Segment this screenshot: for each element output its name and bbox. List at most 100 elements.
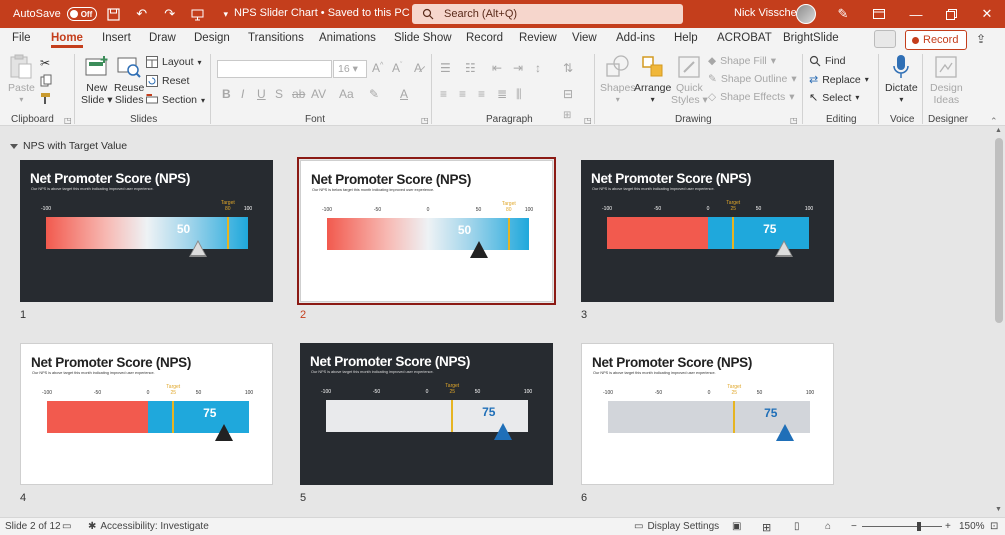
slide-thumbnail[interactable]: Net Promoter Score (NPS) Our NPS is above… <box>581 343 834 485</box>
layout-button[interactable]: Layout ▾ <box>146 56 202 68</box>
slide-thumbnail[interactable]: Net Promoter Score (NPS) Our NPS is above… <box>581 160 834 302</box>
scroll-up-icon[interactable]: ▲ <box>995 127 1002 134</box>
italic-icon[interactable]: I <box>241 87 244 101</box>
cut-icon[interactable]: ✂ <box>40 56 50 70</box>
zoom-level[interactable]: 150% <box>959 521 985 532</box>
tab-design[interactable]: Design <box>194 32 230 44</box>
accessibility-button[interactable]: ✱ Accessibility: Investigate <box>88 521 209 532</box>
tab-home[interactable]: Home <box>51 32 83 48</box>
quick-styles-button[interactable]: Quick Styles ▾ <box>671 54 708 106</box>
slide-thumbnail[interactable]: Net Promoter Score (NPS) Our NPS is above… <box>20 160 273 302</box>
reading-view-icon[interactable]: ▯ <box>794 521 800 532</box>
pen-icon[interactable]: ✎ <box>832 4 854 24</box>
slide-thumbnail[interactable]: Net Promoter Score (NPS) Our NPS is above… <box>300 343 553 485</box>
slide-count[interactable]: Slide 2 of 12 <box>5 521 61 532</box>
decrease-indent-icon[interactable]: ⇤ <box>492 61 502 75</box>
highlight-icon[interactable]: ✎ <box>369 87 379 101</box>
increase-font-icon[interactable]: A^ <box>372 61 383 75</box>
select-button[interactable]: ↖ Select ▾ <box>809 91 859 105</box>
slide-thumbnail[interactable]: Net Promoter Score (NPS) Our NPS is below… <box>297 157 556 305</box>
tab-help[interactable]: Help <box>674 32 698 44</box>
replace-button[interactable]: ⇄ Replace ▾ <box>809 73 869 87</box>
slide-show-view-icon[interactable]: ⌂ <box>825 521 831 532</box>
arrange-button[interactable]: Arrange ▾ <box>634 54 671 106</box>
format-painter-icon[interactable] <box>40 92 53 105</box>
justify-icon[interactable]: ≣ <box>497 87 507 101</box>
tab-record[interactable]: Record <box>466 32 503 44</box>
slide-thumbnail[interactable]: Net Promoter Score (NPS) Our NPS is above… <box>20 343 273 485</box>
collapse-section-icon[interactable] <box>10 143 18 149</box>
increase-indent-icon[interactable]: ⇥ <box>513 61 523 75</box>
tab-insert[interactable]: Insert <box>102 32 131 44</box>
align-left-icon[interactable]: ≡ <box>440 87 447 101</box>
paste-button[interactable]: Paste ▾ <box>8 54 35 106</box>
close-icon[interactable]: ✕ <box>976 4 998 24</box>
line-spacing-icon[interactable]: ↕ <box>535 61 541 75</box>
tab-brightslide[interactable]: BrightSlide <box>783 32 839 44</box>
language-icon[interactable]: ▭ <box>62 521 71 532</box>
section-header[interactable]: NPS with Target Value <box>10 140 127 152</box>
present-icon[interactable] <box>187 4 209 24</box>
shapes-button[interactable]: Shapes ▾ <box>600 54 636 106</box>
align-text-icon[interactable]: ⊟ <box>563 87 573 101</box>
undo-icon[interactable]: ↶ <box>131 4 153 24</box>
tab-animations[interactable]: Animations <box>319 32 376 44</box>
text-direction-icon[interactable]: ⇅ <box>563 61 573 75</box>
zoom-slider-thumb[interactable] <box>917 522 921 531</box>
dictate-button[interactable]: Dictate ▾ <box>885 54 918 106</box>
scroll-down-icon[interactable]: ▼ <box>995 506 1002 513</box>
bold-icon[interactable]: B <box>222 87 231 101</box>
font-color-icon[interactable]: A <box>400 87 408 101</box>
save-icon[interactable] <box>103 4 125 24</box>
minimize-icon[interactable]: — <box>905 4 927 24</box>
tab-transitions[interactable]: Transitions <box>248 32 304 44</box>
shadow-icon[interactable]: S <box>275 87 283 101</box>
tab-review[interactable]: Review <box>519 32 557 44</box>
zoom-in-icon[interactable]: + <box>945 521 951 532</box>
find-button[interactable]: Find <box>809 55 845 67</box>
font-name-field[interactable] <box>217 60 332 78</box>
design-ideas-button[interactable]: Design Ideas <box>930 54 963 106</box>
align-center-icon[interactable]: ≡ <box>459 87 466 101</box>
align-right-icon[interactable]: ≡ <box>478 87 485 101</box>
columns-icon[interactable]: ⫼ <box>516 87 522 102</box>
tab-slide-show[interactable]: Slide Show <box>394 32 452 44</box>
zoom-out-icon[interactable]: − <box>851 521 857 532</box>
search-box[interactable]: Search (Alt+Q) <box>412 4 683 24</box>
tab-view[interactable]: View <box>572 32 597 44</box>
normal-view-icon[interactable]: ▣ <box>732 521 741 532</box>
tab-add-ins[interactable]: Add-ins <box>616 32 655 44</box>
change-case-icon[interactable]: Aa <box>339 87 354 101</box>
avatar[interactable] <box>796 4 816 24</box>
section-button[interactable]: Section ▾ <box>146 94 205 106</box>
strikethrough-icon[interactable]: ab <box>292 87 305 101</box>
record-button[interactable]: Record <box>905 30 967 50</box>
character-spacing-icon[interactable]: AV <box>311 87 326 101</box>
slide-sorter-view-icon[interactable]: ⊞ <box>762 521 771 534</box>
comments-button[interactable] <box>874 30 896 48</box>
reset-button[interactable]: Reset <box>146 75 189 87</box>
zoom-slider[interactable] <box>862 526 942 527</box>
restore-icon[interactable] <box>940 4 962 24</box>
bullets-icon[interactable]: ☰ <box>440 61 451 75</box>
smartart-icon[interactable]: ⊞ <box>563 110 571 121</box>
redo-icon[interactable]: ↷ <box>159 4 181 24</box>
display-settings-button[interactable]: ▭ Display Settings <box>634 521 719 532</box>
shape-fill-button[interactable]: ◆ Shape Fill ▾ <box>708 55 776 67</box>
reuse-slides-button[interactable]: Reuse Slides <box>114 54 144 106</box>
copy-icon[interactable] <box>40 74 53 87</box>
ribbon-display-icon[interactable] <box>868 4 890 24</box>
clipboard-launcher-icon[interactable]: ◳ <box>64 116 72 125</box>
decrease-font-icon[interactable]: Aˇ <box>392 61 402 75</box>
font-launcher-icon[interactable]: ◳ <box>421 116 429 125</box>
fit-to-window-icon[interactable]: ⊡ <box>990 521 998 532</box>
new-slide-button[interactable]: New Slide ▾ <box>81 54 113 106</box>
tab-draw[interactable]: Draw <box>149 32 176 44</box>
share-icon[interactable]: ⇪ <box>976 32 996 48</box>
drawing-launcher-icon[interactable]: ◳ <box>790 116 798 125</box>
user-name[interactable]: Nick Visscher <box>734 7 800 19</box>
shape-outline-button[interactable]: ✎ Shape Outline ▾ <box>708 73 797 85</box>
font-size-field[interactable]: 16 ▾ <box>333 60 367 78</box>
vertical-scrollbar[interactable]: ▲ ▼ <box>993 126 1005 517</box>
underline-icon[interactable]: U <box>257 87 266 101</box>
